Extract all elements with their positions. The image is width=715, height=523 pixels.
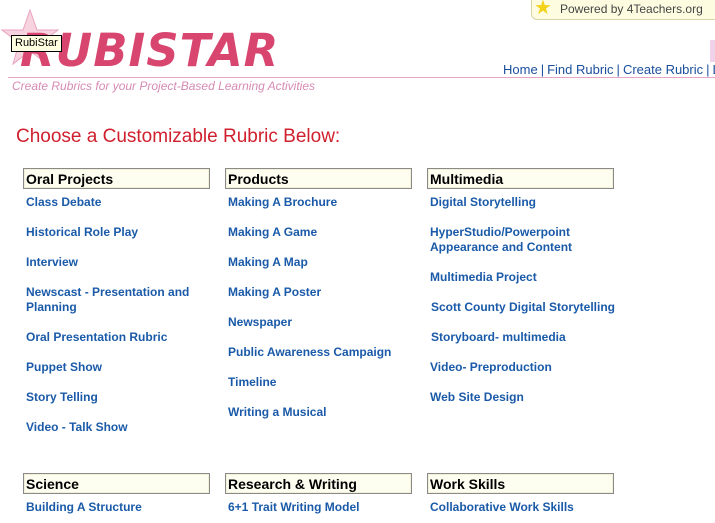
category-work-skills: Work Skills: [427, 473, 614, 494]
rubric-link[interactable]: Newscast - Presentation and: [26, 285, 189, 300]
star-icon: ★: [534, 0, 552, 19]
rubric-link[interactable]: Puppet Show: [26, 360, 102, 375]
rubric-link[interactable]: Video- Preproduction: [430, 360, 552, 375]
rubric-link[interactable]: Video - Talk Show: [26, 420, 128, 435]
category-science: Science: [23, 473, 210, 494]
nav-separator: |: [706, 62, 710, 77]
rubric-link[interactable]: HyperStudio/Powerpoint: [430, 225, 570, 240]
page-heading: Choose a Customizable Rubric Below:: [16, 126, 341, 147]
rubric-link[interactable]: Making A Map: [228, 255, 308, 270]
powered-by-banner[interactable]: ★ Powered by 4Teachers.org: [531, 0, 715, 20]
rubric-link[interactable]: Oral Presentation Rubric: [26, 330, 167, 345]
rubric-link[interactable]: Making A Brochure: [228, 195, 337, 210]
rubric-link[interactable]: Multimedia Project: [430, 270, 537, 285]
category-research-writing: Research & Writing: [225, 473, 412, 494]
rubric-link[interactable]: Collaborative Work Skills: [430, 500, 574, 515]
rubric-link[interactable]: Interview: [26, 255, 78, 270]
rubric-link[interactable]: Making A Game: [228, 225, 317, 240]
rubric-link[interactable]: Storyboard- multimedia: [431, 330, 566, 345]
powered-by-text[interactable]: Powered by 4Teachers.org: [560, 0, 703, 18]
nav-find-rubric-link[interactable]: Find Rubric: [547, 62, 613, 77]
nav-home-link[interactable]: Home: [503, 62, 538, 77]
rubric-link[interactable]: Making A Poster: [228, 285, 321, 300]
rubric-link[interactable]: 6+1 Trait Writing Model: [228, 500, 359, 515]
rubric-link[interactable]: Historical Role Play: [26, 225, 138, 240]
logo-tooltip: RubiStar: [11, 35, 62, 52]
category-oral-projects: Oral Projects: [23, 168, 210, 189]
rubric-link[interactable]: Appearance and Content: [430, 240, 572, 255]
header-divider: [8, 77, 715, 78]
rubric-link[interactable]: Planning: [26, 300, 77, 315]
category-products: Products: [225, 168, 412, 189]
nav-separator: |: [540, 62, 545, 77]
category-multimedia: Multimedia: [427, 168, 614, 189]
rubric-link[interactable]: Newspaper: [228, 315, 292, 330]
nav-separator: |: [616, 62, 620, 77]
rubric-link[interactable]: Class Debate: [26, 195, 101, 210]
rubric-link[interactable]: Timeline: [228, 375, 276, 390]
header-accent: [710, 40, 715, 62]
nav-create-rubric-link[interactable]: Create Rubric: [623, 62, 703, 77]
rubric-link[interactable]: Writing a Musical: [228, 405, 326, 420]
page: ★ Powered by 4Teachers.org RUBISTAR Rubi…: [0, 0, 715, 523]
rubric-link[interactable]: Public Awareness Campaign: [228, 345, 391, 360]
rubric-link[interactable]: Building A Structure: [26, 500, 142, 515]
rubric-link[interactable]: Web Site Design: [430, 390, 524, 405]
top-navigation: Home|Find Rubric|Create Rubric|Lo: [503, 62, 715, 77]
rubric-link[interactable]: Scott County Digital Storytelling: [431, 300, 615, 315]
tagline: Create Rubrics for your Project-Based Le…: [12, 79, 316, 93]
rubric-link[interactable]: Digital Storytelling: [430, 195, 536, 210]
rubric-link[interactable]: Story Telling: [26, 390, 98, 405]
